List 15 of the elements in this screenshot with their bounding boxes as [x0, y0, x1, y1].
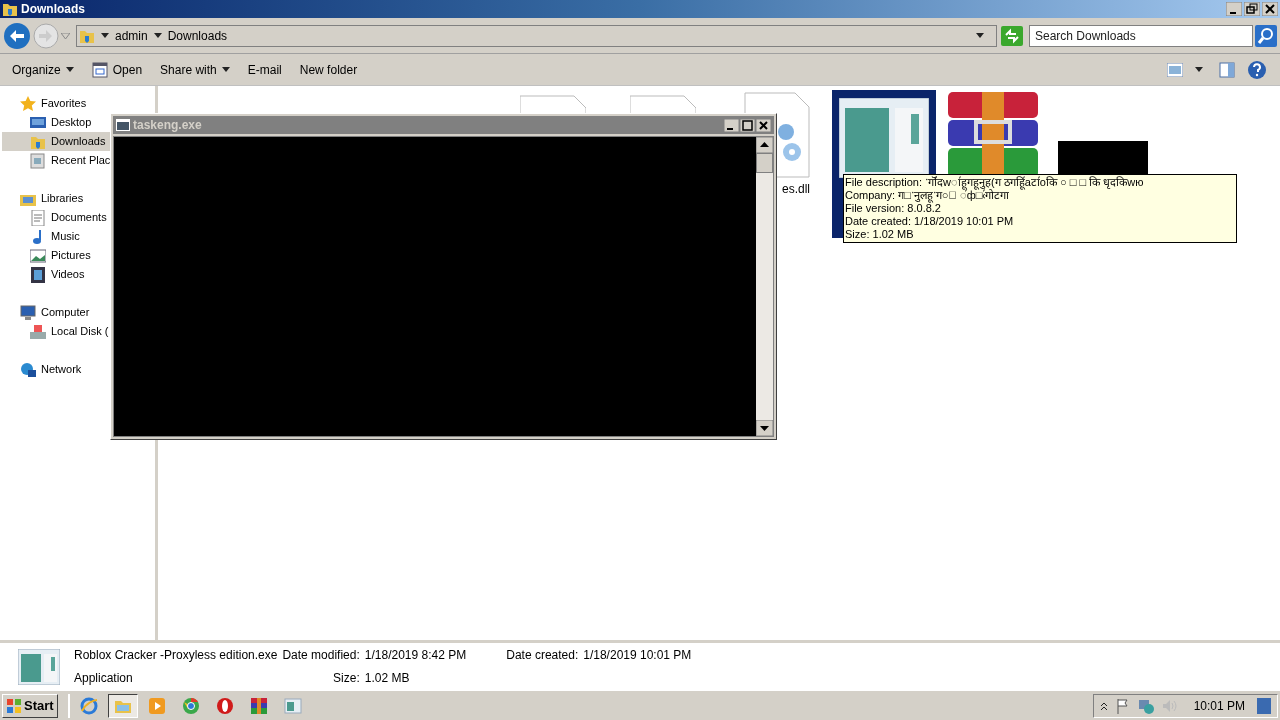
tooltip-line: Size: 1.02 MB [845, 228, 915, 241]
field-value: 1/18/2019 8:42 PM [364, 647, 467, 664]
tooltip-line: File description: ॱगॊ॔॔दwा॔हूगहूनुह(ग ठगहूि॔aटा॔oकि ○ □ □ कि धृदकिwю [845, 176, 1145, 189]
field-label: Date created: [506, 647, 579, 664]
tooltip-line: File version: 8.0.8.2 [845, 202, 941, 215]
field-label: Date modified: [282, 647, 360, 664]
field-label: Size: [333, 670, 360, 687]
window-title: Downloads [21, 1, 85, 18]
file-type: Application [74, 670, 134, 687]
window-title: taskeng.exe [133, 117, 202, 134]
tooltip-line: Company: ग□ॱनुलहूॱग○॔ ॔ф□‹॔गोटगा [845, 189, 1010, 202]
field-value: 1/18/2019 10:01 PM [583, 647, 692, 664]
tooltip-line: Date created: 1/18/2019 10:01 PM [845, 215, 1015, 228]
file-name: Roblox Cracker -Proxyless edition.exe [74, 647, 278, 664]
field-value: 1.02 MB [364, 670, 411, 687]
